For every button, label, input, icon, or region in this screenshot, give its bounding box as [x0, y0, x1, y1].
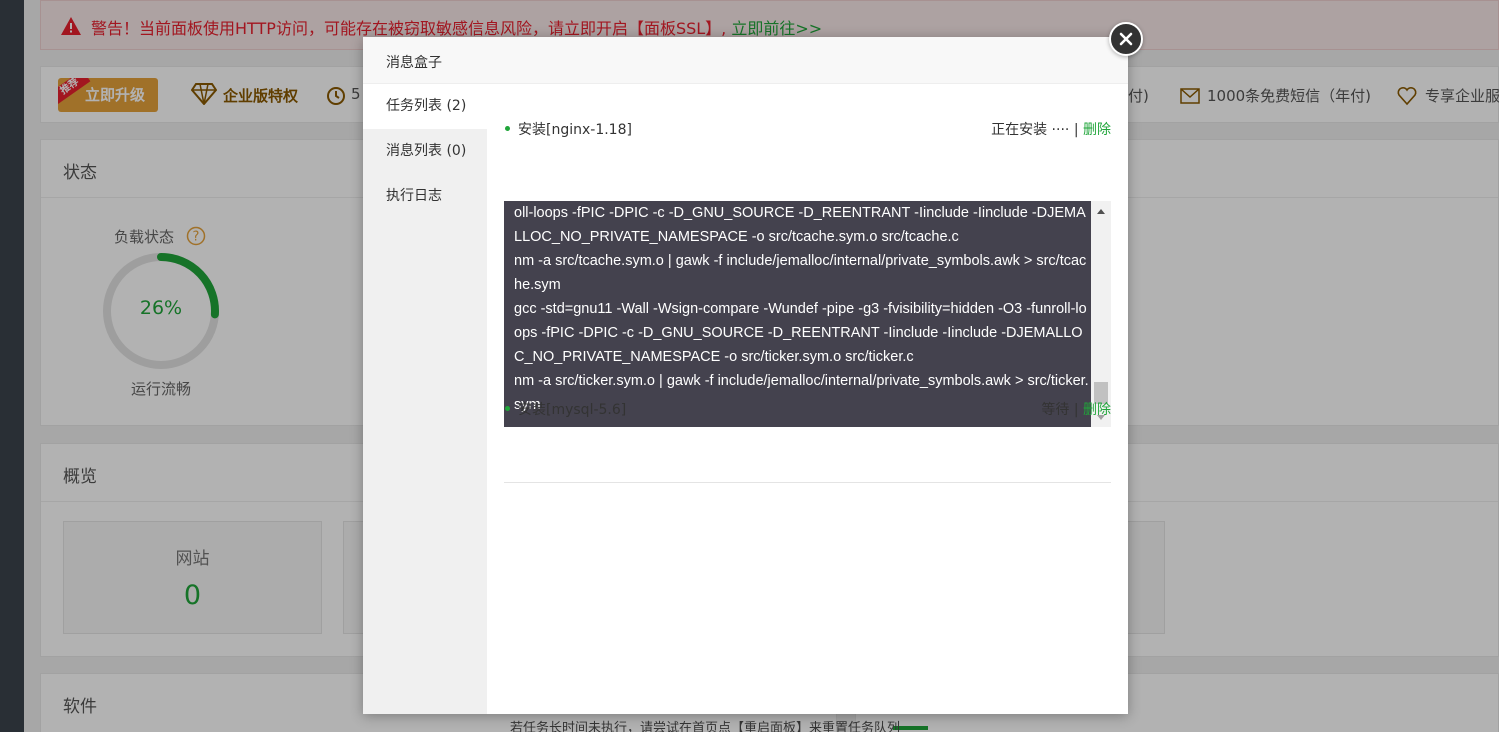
- task-row: 安装[mysql-5.6] 等待 | 删除: [504, 393, 1111, 423]
- task-divider: [504, 482, 1111, 483]
- task-delete-link[interactable]: 删除: [1083, 122, 1111, 138]
- task-separator: |: [1073, 122, 1079, 138]
- close-modal-button[interactable]: [1109, 22, 1143, 56]
- task-status: 等待 | 删除: [1041, 399, 1111, 419]
- tab-exec-log[interactable]: 执行日志: [363, 174, 487, 219]
- tab-task-list[interactable]: 任务列表 (2): [363, 84, 487, 129]
- log-line: gcc -std=gnu11 -Wall -Wsign-compare -Wun…: [514, 301, 1087, 365]
- task-row: 安装[nginx-1.18] 正在安装 ···· | 删除: [504, 113, 1111, 143]
- tab-message-list[interactable]: 消息列表 (0): [363, 129, 487, 174]
- task-status: 正在安装 ···· | 删除: [991, 119, 1111, 139]
- task-status-dot: [505, 126, 510, 131]
- task-delete-link[interactable]: 删除: [1083, 402, 1111, 418]
- task-separator: |: [1073, 402, 1079, 418]
- close-icon: [1119, 32, 1133, 46]
- modal-tabs: 任务列表 (2) 消息列表 (0) 执行日志: [363, 84, 487, 714]
- task-list-content: 安装[nginx-1.18] 正在安装 ···· | 删除 oll-loops …: [487, 84, 1128, 732]
- modal-header: 消息盒子: [363, 37, 1128, 84]
- log-line: nm -a src/tcache.sym.o | gawk -f include…: [514, 253, 1087, 293]
- task-status-text: 正在安装 ····: [991, 122, 1070, 138]
- task-status-dot: [505, 406, 510, 411]
- task-name: 安装[nginx-1.18]: [518, 122, 632, 138]
- task-name: 安装[mysql-5.6]: [518, 402, 627, 418]
- message-box-modal: 消息盒子 任务列表 (2) 消息列表 (0) 执行日志 安装[nginx-1.1…: [363, 37, 1128, 732]
- scroll-up-arrow-icon[interactable]: [1091, 201, 1111, 221]
- task-status-text: 等待: [1041, 402, 1070, 418]
- log-text: oll-loops -fPIC -DPIC -c -D_GNU_SOURCE -…: [514, 201, 1090, 417]
- modal-title: 消息盒子: [386, 55, 442, 71]
- task-queue-hint: 若任务长时间未执行，请尝试在首页点【重启面板】来重置任务队列: [510, 721, 901, 732]
- log-line: oll-loops -fPIC -DPIC -c -D_GNU_SOURCE -…: [514, 205, 1086, 245]
